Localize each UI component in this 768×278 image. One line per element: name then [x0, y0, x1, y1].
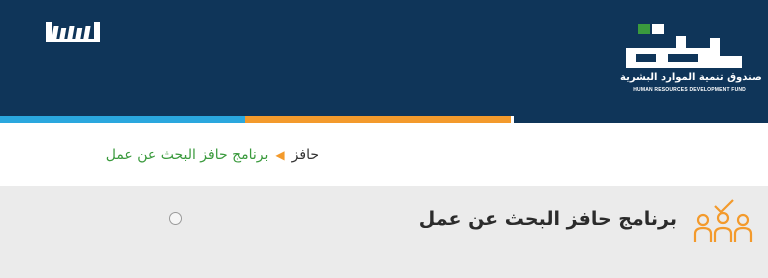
fund-name-english: HUMAN RESOURCES DEVELOPMENT FUND [633, 87, 746, 93]
option-radio[interactable] [169, 212, 182, 225]
fund-name-arabic: صندوق تنمية الموارد البشرية [620, 72, 762, 83]
breadcrumb-home-link[interactable]: حافز [292, 147, 319, 163]
chevron-left-icon: ◀ [275, 148, 285, 162]
site-header: صندوق تنمية الموارد البشرية HUMAN RESOUR… [0, 0, 768, 116]
breadcrumb: حافز ◀ برنامج حافز البحث عن عمل [106, 143, 319, 167]
hrdf-logo[interactable]: صندوق تنمية الموارد البشرية HUMAN RESOUR… [620, 20, 762, 100]
section-title: برنامج حافز البحث عن عمل [418, 208, 677, 230]
hrdf-logo-mark-icon [626, 24, 742, 68]
color-stripe [0, 116, 768, 123]
breadcrumb-current-link[interactable]: برنامج حافز البحث عن عمل [106, 147, 269, 163]
vision-2030-logo[interactable] [44, 18, 102, 48]
people-checkmark-icon [693, 199, 753, 242]
